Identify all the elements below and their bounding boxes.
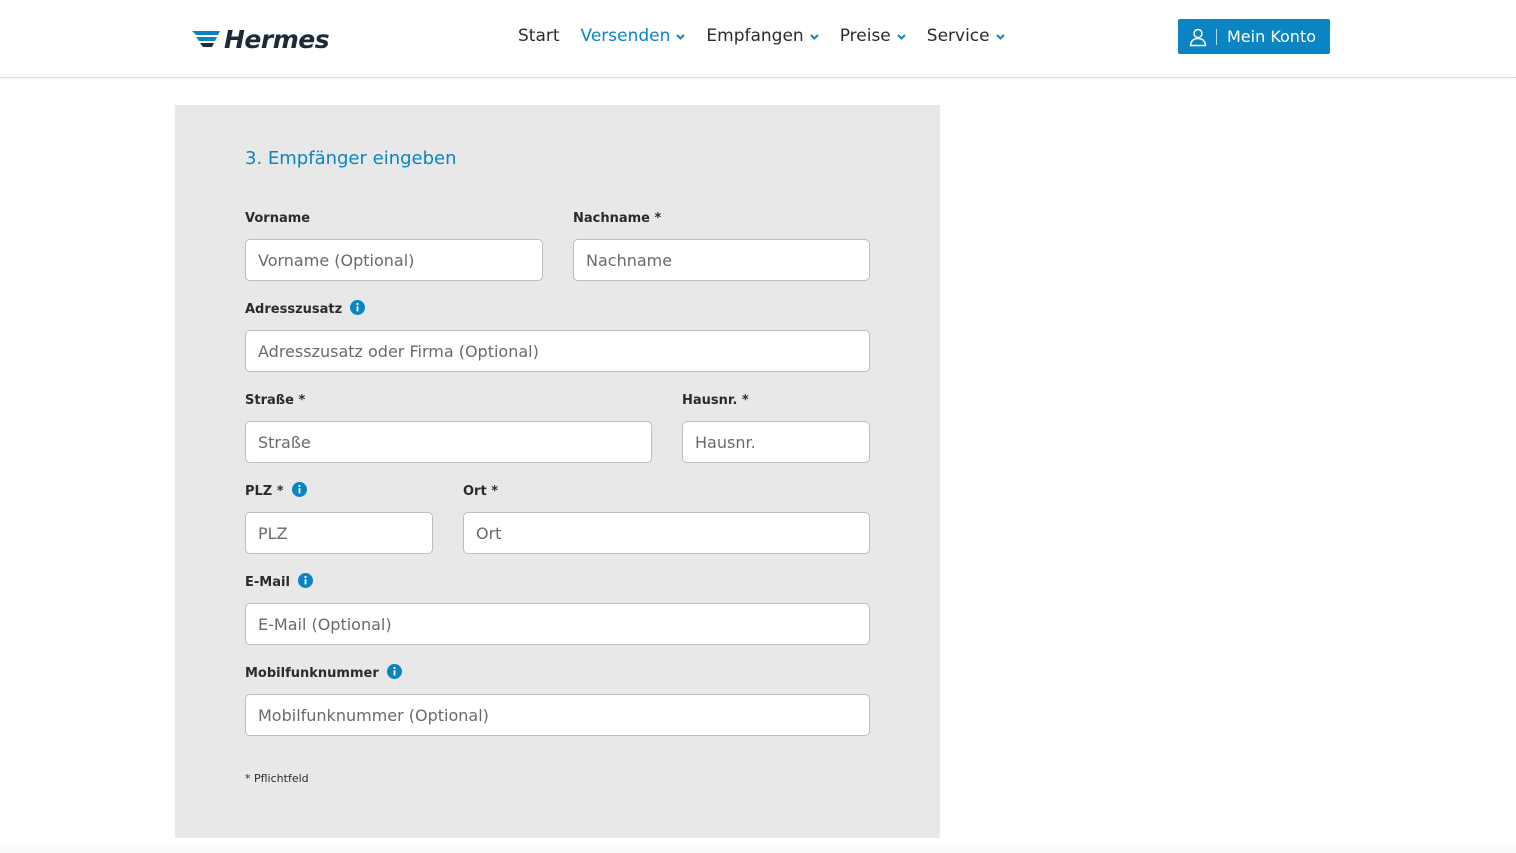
- adresszusatz-label: Adresszusatz: [245, 300, 366, 317]
- logo-text: Hermes: [224, 24, 330, 54]
- plz-label: PLZ *: [245, 482, 307, 499]
- email-label: E-Mail: [245, 573, 313, 590]
- info-icon[interactable]: [291, 482, 307, 497]
- vorname-label-text: Vorname: [245, 211, 311, 226]
- strasse-label: Straße *: [245, 393, 305, 408]
- hausnr-input[interactable]: [682, 421, 870, 463]
- hausnr-label: Hausnr. *: [682, 393, 749, 408]
- main-nav: Start Versenden Empfangen Preise Service: [518, 26, 1026, 46]
- info-icon[interactable]: [297, 573, 313, 588]
- ort-input[interactable]: [463, 512, 870, 554]
- vorname-label: Vorname: [245, 211, 310, 226]
- nav-item-service[interactable]: Service: [927, 26, 1005, 46]
- email-label-text: E-Mail: [245, 575, 290, 590]
- ort-label: Ort *: [463, 484, 498, 499]
- section-title: 3. Empfänger eingeben: [245, 148, 457, 169]
- strasse-input[interactable]: [245, 421, 652, 463]
- recipient-form-panel: 3. Empfänger eingeben Vorname Nachname *…: [175, 105, 940, 838]
- chevron-down-icon: [897, 34, 906, 40]
- nav-item-label: Empfangen: [706, 26, 804, 46]
- nav-item-label: Start: [518, 26, 560, 46]
- vorname-input[interactable]: [245, 239, 543, 281]
- adresszusatz-input[interactable]: [245, 330, 870, 372]
- info-icon[interactable]: [386, 664, 402, 679]
- plz-input[interactable]: [245, 512, 433, 554]
- hermes-wings-icon: [192, 31, 220, 47]
- nav-item-start[interactable]: Start: [518, 26, 560, 46]
- info-icon[interactable]: [350, 300, 366, 315]
- mobil-label-text: Mobilfunknummer: [245, 666, 379, 681]
- nav-item-label: Versenden: [580, 26, 671, 46]
- strasse-label-text: Straße *: [245, 393, 306, 408]
- nav-item-label: Preise: [839, 26, 891, 46]
- adresszusatz-label-text: Adresszusatz: [245, 302, 343, 317]
- mobil-input[interactable]: [245, 694, 870, 736]
- hausnr-label-text: Hausnr. *: [682, 393, 749, 408]
- nav-item-versenden[interactable]: Versenden: [581, 26, 686, 46]
- mein-konto-button[interactable]: Mein Konto: [1178, 19, 1330, 54]
- email-input[interactable]: [245, 603, 870, 645]
- hermes-logo[interactable]: Hermes: [190, 24, 330, 54]
- nav-item-empfangen[interactable]: Empfangen: [706, 26, 819, 46]
- button-divider: [1216, 28, 1217, 45]
- plz-label-text: PLZ *: [245, 484, 284, 499]
- chevron-down-icon: [676, 34, 686, 40]
- required-footnote: * Pflichtfeld: [245, 772, 309, 785]
- chevron-down-icon: [809, 34, 819, 40]
- nachname-input[interactable]: [573, 239, 870, 281]
- user-icon: [1189, 28, 1207, 46]
- nav-item-preise[interactable]: Preise: [840, 26, 906, 46]
- mein-konto-label: Mein Konto: [1227, 27, 1317, 46]
- ort-label-text: Ort *: [463, 484, 499, 499]
- bottom-shadow: [0, 845, 1516, 853]
- mobil-label: Mobilfunknummer: [245, 664, 402, 681]
- nachname-label-text: Nachname *: [573, 211, 662, 226]
- site-header: Hermes Start Versenden Empfangen Preise …: [0, 0, 1516, 78]
- chevron-down-icon: [995, 34, 1005, 40]
- nav-item-label: Service: [926, 26, 990, 46]
- nachname-label: Nachname *: [573, 211, 661, 226]
